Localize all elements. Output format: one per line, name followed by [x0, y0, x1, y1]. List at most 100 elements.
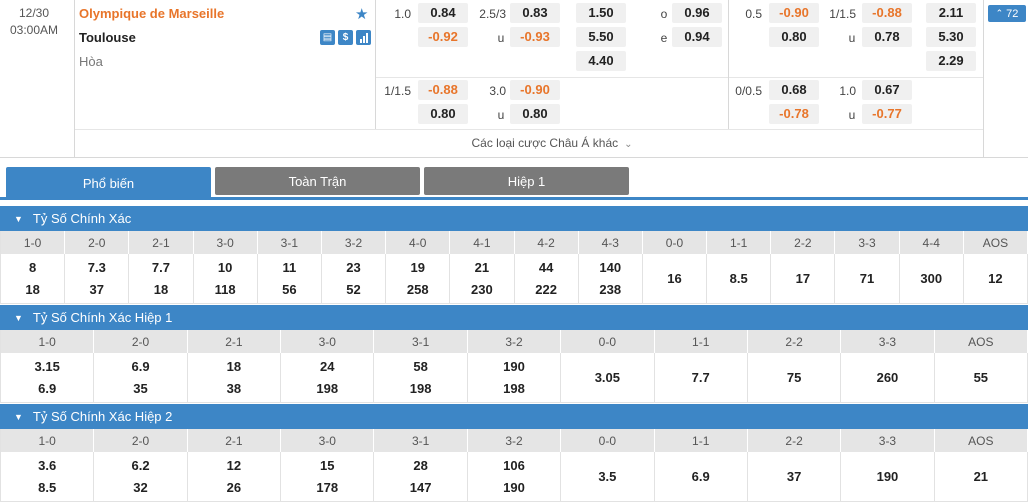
away-score-odd[interactable]: 26 — [227, 480, 241, 495]
score-odd[interactable]: 75 — [787, 370, 801, 385]
away-score-odd[interactable]: 198 — [316, 381, 338, 396]
home-score-odd[interactable]: 7.7 — [152, 260, 170, 275]
home-score-odd[interactable]: 10 — [218, 260, 232, 275]
away-score-odd[interactable]: 230 — [471, 282, 493, 297]
ft-hdp-alt-home-odd[interactable]: -0.88 — [418, 80, 468, 100]
score-odd[interactable]: 16 — [667, 271, 681, 286]
1h-1x2-home-odd[interactable]: 2.11 — [926, 3, 976, 23]
home-score-odd[interactable]: 24 — [320, 359, 334, 374]
away-score-odd[interactable]: 190 — [503, 480, 525, 495]
away-score-odd[interactable]: 35 — [133, 381, 147, 396]
away-score-odd[interactable]: 258 — [407, 282, 429, 297]
home-score-odd[interactable]: 3.6 — [38, 458, 56, 473]
ft-ou-alt-under-odd[interactable]: 0.80 — [510, 104, 560, 124]
score-odd[interactable]: 6.9 — [692, 469, 710, 484]
away-score-odd[interactable]: 198 — [503, 381, 525, 396]
ft-over-odd[interactable]: 0.83 — [510, 3, 560, 23]
ft-hdp-home-odd[interactable]: 0.84 — [418, 3, 468, 23]
away-score-odd[interactable]: 6.9 — [38, 381, 56, 396]
ft-1x2-draw-odd[interactable]: 4.40 — [576, 51, 626, 71]
home-score-odd[interactable]: 18 — [227, 359, 241, 374]
away-score-odd[interactable]: 52 — [346, 282, 360, 297]
tab-full-match[interactable]: Toàn Trận — [215, 167, 420, 195]
score-odd[interactable]: 3.5 — [598, 469, 616, 484]
score-odd[interactable]: 3.05 — [595, 370, 620, 385]
home-score-odd[interactable]: 58 — [413, 359, 427, 374]
tab-popular[interactable]: Phổ biến — [6, 167, 211, 200]
away-score-odd[interactable]: 178 — [316, 480, 338, 495]
home-score-odd[interactable]: 44 — [539, 260, 553, 275]
ft-even-odd[interactable]: 0.94 — [672, 27, 722, 47]
score-odd[interactable]: 37 — [787, 469, 801, 484]
1h-hdp-alt-away-odd[interactable]: -0.78 — [769, 104, 819, 124]
score-odd[interactable]: 21 — [974, 469, 988, 484]
score-odd[interactable]: 17 — [796, 271, 810, 286]
away-score-odd[interactable]: 37 — [90, 282, 104, 297]
score-odd[interactable]: 7.7 — [692, 370, 710, 385]
away-score-odd[interactable]: 18 — [154, 282, 168, 297]
ft-ou-alt-over-odd[interactable]: -0.90 — [510, 80, 560, 100]
home-score-odd[interactable]: 28 — [413, 458, 427, 473]
home-score-odd[interactable]: 19 — [410, 260, 424, 275]
section-header[interactable]: ▼ Tỷ Số Chính Xác Hiệp 2 — [0, 404, 1028, 429]
home-score-odd[interactable]: 15 — [320, 458, 334, 473]
tv-icon[interactable]: ▤ — [320, 30, 335, 45]
score-odd[interactable]: 55 — [974, 370, 988, 385]
section-title: Tỷ Số Chính Xác Hiệp 1 — [32, 310, 173, 325]
score-odd[interactable]: 8.5 — [730, 271, 748, 286]
section-header[interactable]: ▼ Tỷ Số Chính Xác — [0, 206, 1028, 231]
more-asian-bets-toggle[interactable]: Các loại cược Châu Á khác ⌄ — [376, 136, 728, 150]
score-header: 0-0 — [642, 231, 708, 254]
home-score-odd[interactable]: 106 — [503, 458, 525, 473]
home-score-odd[interactable]: 7.3 — [88, 260, 106, 275]
star-icon[interactable]: ★ — [355, 5, 368, 23]
ft-odd-odd[interactable]: 0.96 — [672, 3, 722, 23]
ft-hdp-alt-away-odd[interactable]: 0.80 — [418, 104, 468, 124]
home-score-odd[interactable]: 21 — [475, 260, 489, 275]
home-score-odd[interactable]: 11 — [282, 260, 296, 275]
1h-1x2-away-odd[interactable]: 5.30 — [926, 27, 976, 47]
tab-first-half[interactable]: Hiệp 1 — [424, 167, 629, 195]
home-team-name[interactable]: Olympique de Marseille — [79, 6, 224, 21]
home-score-odd[interactable]: 8 — [29, 260, 36, 275]
section-header[interactable]: ▼ Tỷ Số Chính Xác Hiệp 1 — [0, 305, 1028, 330]
ft-hdp-away-odd[interactable]: -0.92 — [418, 27, 468, 47]
score-odd[interactable]: 71 — [860, 271, 874, 286]
away-score-odd[interactable]: 38 — [227, 381, 241, 396]
dollar-icon[interactable]: $ — [338, 30, 353, 45]
1h-hdp-home-odd[interactable]: -0.90 — [769, 3, 819, 23]
away-score-odd[interactable]: 198 — [410, 381, 432, 396]
1h-ou-alt-over-odd[interactable]: 0.67 — [862, 80, 912, 100]
away-score-odd[interactable]: 118 — [215, 282, 236, 297]
1h-1x2-draw-odd[interactable]: 2.29 — [926, 51, 976, 71]
score-odd[interactable]: 12 — [988, 271, 1002, 286]
home-score-odd[interactable]: 3.15 — [35, 359, 60, 374]
away-team-name[interactable]: Toulouse — [79, 30, 136, 45]
score-odd[interactable]: 300 — [920, 271, 942, 286]
away-score-odd[interactable]: 18 — [25, 282, 39, 297]
away-score-odd[interactable]: 32 — [133, 480, 147, 495]
away-score-odd[interactable]: 8.5 — [38, 480, 56, 495]
more-markets-badge[interactable]: ⌃ 72 — [988, 5, 1026, 22]
home-score-odd[interactable]: 23 — [346, 260, 360, 275]
1h-hdp-away-odd[interactable]: 0.80 — [769, 27, 819, 47]
away-score-odd[interactable]: 147 — [410, 480, 432, 495]
1h-over-odd[interactable]: -0.88 — [862, 3, 912, 23]
1h-hdp-alt-home-odd[interactable]: 0.68 — [769, 80, 819, 100]
stats-icon[interactable] — [356, 30, 371, 45]
ft-1x2-away-odd[interactable]: 5.50 — [576, 27, 626, 47]
away-score-odd[interactable]: 56 — [282, 282, 296, 297]
home-score-odd[interactable]: 190 — [503, 359, 525, 374]
home-score-odd[interactable]: 140 — [599, 260, 621, 275]
score-odd[interactable]: 190 — [877, 469, 899, 484]
ft-under-odd[interactable]: -0.93 — [510, 27, 560, 47]
away-score-odd[interactable]: 238 — [599, 282, 621, 297]
score-odd[interactable]: 260 — [877, 370, 899, 385]
away-score-odd[interactable]: 222 — [535, 282, 557, 297]
home-score-odd[interactable]: 12 — [227, 458, 241, 473]
1h-ou-alt-under-odd[interactable]: -0.77 — [862, 104, 912, 124]
home-score-odd[interactable]: 6.2 — [132, 458, 150, 473]
home-score-odd[interactable]: 6.9 — [132, 359, 150, 374]
1h-under-odd[interactable]: 0.78 — [862, 27, 912, 47]
ft-1x2-home-odd[interactable]: 1.50 — [576, 3, 626, 23]
